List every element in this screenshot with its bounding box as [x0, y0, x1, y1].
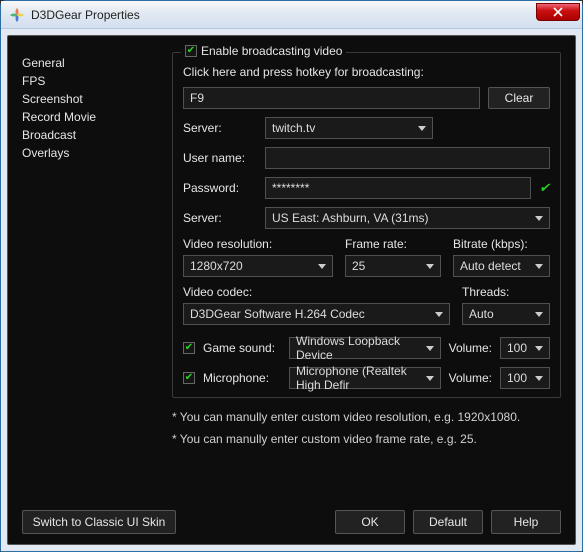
bitrate-col: Bitrate (kbps): Auto detect [453, 237, 550, 277]
bitrate-value: Auto detect [460, 259, 521, 273]
framerate-label: Frame rate: [345, 237, 441, 251]
microphone-row: Microphone: Microphone (Realtek High Def… [183, 367, 550, 389]
hotkey-prompt-row: Click here and press hotkey for broadcas… [183, 65, 550, 79]
sidebar-item-general[interactable]: General [22, 54, 172, 72]
gamesound-row: Game sound: Windows Loopback Device Volu… [183, 337, 550, 359]
default-button[interactable]: Default [413, 510, 483, 534]
chevron-down-icon [535, 346, 543, 351]
microphone-select[interactable]: Microphone (Realtek High Defir [289, 367, 441, 389]
chevron-down-icon [318, 264, 326, 269]
server2-row: Server: US East: Ashburn, VA (31ms) [183, 207, 550, 229]
microphone-label: Microphone: [203, 371, 281, 385]
sidebar-item-broadcast[interactable]: Broadcast [22, 126, 172, 144]
hotkey-row: Clear [183, 87, 550, 109]
properties-window: D3DGear Properties General FPS Screensho… [0, 0, 583, 552]
resolution-select[interactable]: 1280x720 [183, 255, 333, 277]
broadcast-fieldset: Enable broadcasting video Click here and… [172, 52, 561, 398]
check-icon: ✔ [539, 180, 550, 196]
threads-value: Auto [469, 307, 494, 321]
username-input[interactable] [265, 147, 550, 169]
chevron-down-icon [535, 216, 543, 221]
threads-select[interactable]: Auto [462, 303, 550, 325]
chevron-down-icon [418, 126, 426, 131]
window-title: D3DGear Properties [31, 8, 140, 22]
note-framerate: * You can manully enter custom video fra… [172, 432, 561, 446]
server2-label: Server: [183, 211, 257, 225]
sidebar-item-overlays[interactable]: Overlays [22, 144, 172, 162]
title-bar: D3DGear Properties [1, 1, 582, 29]
codec-value: D3DGear Software H.264 Codec [190, 307, 365, 321]
codec-select[interactable]: D3DGear Software H.264 Codec [183, 303, 450, 325]
threads-label: Threads: [462, 285, 550, 299]
volume-label-2: Volume: [449, 371, 492, 385]
resolution-label: Video resolution: [183, 237, 333, 251]
server2-value: US East: Ashburn, VA (31ms) [272, 211, 429, 225]
sidebar: General FPS Screenshot Record Movie Broa… [22, 48, 172, 534]
enable-broadcast-legend: Enable broadcasting video [181, 44, 346, 58]
server-value: twitch.tv [272, 121, 315, 135]
main-panel: Enable broadcasting video Click here and… [172, 48, 561, 534]
chevron-down-icon [426, 346, 434, 351]
app-icon [9, 7, 25, 23]
ok-button[interactable]: OK [335, 510, 405, 534]
codec-label: Video codec: [183, 285, 450, 299]
switch-skin-button[interactable]: Switch to Classic UI Skin [22, 510, 176, 534]
chevron-down-icon [426, 376, 434, 381]
gamesound-volume-value: 100 [507, 341, 527, 355]
server2-select[interactable]: US East: Ashburn, VA (31ms) [265, 207, 550, 229]
help-button[interactable]: Help [491, 510, 561, 534]
enable-broadcast-label: Enable broadcasting video [201, 44, 342, 58]
framerate-value: 25 [352, 259, 365, 273]
clear-button[interactable]: Clear [488, 87, 550, 109]
chevron-down-icon [435, 312, 443, 317]
footer: Switch to Classic UI Skin OK Default Hel… [22, 510, 561, 534]
video-params-row: Video resolution: 1280x720 Frame rate: 2… [183, 237, 550, 277]
password-row: Password: ✔ [183, 177, 550, 199]
volume-label-1: Volume: [449, 341, 492, 355]
chevron-down-icon [535, 376, 543, 381]
password-input[interactable] [265, 177, 531, 199]
framerate-select[interactable]: 25 [345, 255, 441, 277]
enable-broadcast-checkbox[interactable] [185, 45, 197, 57]
bitrate-label: Bitrate (kbps): [453, 237, 550, 251]
hotkey-input[interactable] [183, 87, 480, 109]
chevron-down-icon [535, 312, 543, 317]
content-area: General FPS Screenshot Record Movie Broa… [7, 35, 576, 545]
microphone-volume-value: 100 [507, 371, 527, 385]
note-resolution: * You can manully enter custom video res… [172, 410, 561, 424]
framerate-col: Frame rate: 25 [345, 237, 441, 277]
sidebar-item-fps[interactable]: FPS [22, 72, 172, 90]
gamesound-label: Game sound: [203, 341, 281, 355]
gamesound-select[interactable]: Windows Loopback Device [289, 337, 441, 359]
server-label: Server: [183, 121, 257, 135]
gamesound-checkbox[interactable] [183, 342, 195, 354]
username-row: User name: [183, 147, 550, 169]
threads-col: Threads: Auto [462, 285, 550, 325]
server-select[interactable]: twitch.tv [265, 117, 433, 139]
bitrate-select[interactable]: Auto detect [453, 255, 550, 277]
resolution-value: 1280x720 [190, 259, 243, 273]
window-body: General FPS Screenshot Record Movie Broa… [1, 29, 582, 551]
username-label: User name: [183, 151, 257, 165]
chevron-down-icon [426, 264, 434, 269]
gamesound-volume-select[interactable]: 100 [500, 337, 550, 359]
password-label: Password: [183, 181, 257, 195]
microphone-value: Microphone (Realtek High Defir [296, 364, 420, 392]
chevron-down-icon [535, 264, 543, 269]
codec-row: Video codec: D3DGear Software H.264 Code… [183, 285, 550, 325]
server-row: Server: twitch.tv [183, 117, 550, 139]
microphone-volume-select[interactable]: 100 [500, 367, 550, 389]
close-button[interactable] [536, 3, 580, 21]
microphone-checkbox[interactable] [183, 372, 195, 384]
gamesound-value: Windows Loopback Device [296, 334, 420, 362]
hotkey-prompt: Click here and press hotkey for broadcas… [183, 65, 424, 79]
sidebar-item-screenshot[interactable]: Screenshot [22, 90, 172, 108]
codec-col: Video codec: D3DGear Software H.264 Code… [183, 285, 450, 325]
sidebar-item-record-movie[interactable]: Record Movie [22, 108, 172, 126]
resolution-col: Video resolution: 1280x720 [183, 237, 333, 277]
